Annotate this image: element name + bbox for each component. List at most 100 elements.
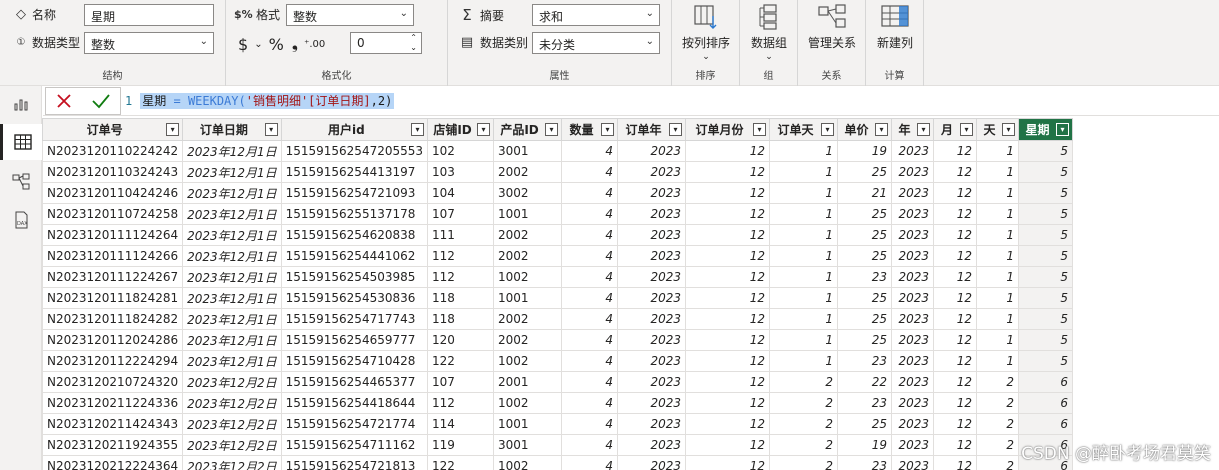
table-cell[interactable]: 25	[837, 308, 893, 330]
table-row[interactable]: N2023120110324243 2023年12月1日 1515915625441…	[42, 161, 1074, 183]
table-cell[interactable]: 12	[685, 245, 771, 267]
table-cell[interactable]: N2023120211924355	[42, 434, 184, 456]
table-cell[interactable]: 1	[976, 266, 1020, 288]
table-cell[interactable]: 2002	[493, 161, 563, 183]
table-cell[interactable]: 12	[685, 203, 771, 225]
table-cell[interactable]: 1	[976, 308, 1020, 330]
table-cell[interactable]: 2023	[891, 350, 935, 372]
table-cell[interactable]: 22	[837, 371, 893, 393]
table-cell[interactable]: 5	[1018, 140, 1074, 162]
table-cell[interactable]: 5	[1018, 329, 1074, 351]
check-icon[interactable]	[91, 92, 111, 110]
filter-dropdown-icon[interactable]: ▾	[477, 123, 491, 136]
table-cell[interactable]: 2023	[891, 371, 935, 393]
table-cell[interactable]: 151591562547205553	[280, 140, 429, 162]
table-cell[interactable]: 122	[427, 350, 495, 372]
table-cell[interactable]: 2	[769, 392, 839, 414]
table-cell[interactable]: 2023	[891, 203, 935, 225]
category-dropdown[interactable]: 未分类 ⌄	[532, 32, 660, 54]
table-cell[interactable]: 15159156254721813	[280, 455, 429, 470]
table-cell[interactable]: 1	[769, 224, 839, 246]
table-cell[interactable]: 15159156254721774	[280, 413, 429, 435]
name-input[interactable]: 星期	[84, 4, 214, 26]
table-cell[interactable]: 25	[837, 203, 893, 225]
table-cell[interactable]: 2023	[891, 329, 935, 351]
filter-dropdown-icon[interactable]: ▾	[166, 123, 180, 136]
table-cell[interactable]: 2023年12月1日	[182, 161, 282, 183]
table-cell[interactable]: 104	[427, 182, 495, 204]
table-cell[interactable]: 12	[933, 371, 978, 393]
table-cell[interactable]: 12	[685, 224, 771, 246]
table-cell[interactable]: 2023	[617, 266, 687, 288]
filter-dropdown-icon[interactable]: ▾	[545, 123, 559, 136]
column-header[interactable]: 产品ID ▾	[493, 118, 563, 141]
table-cell[interactable]: 1	[976, 329, 1020, 351]
formula-editor[interactable]: 1 星期 = WEEKDAY('销售明细'[订单日期],2)	[125, 92, 395, 109]
table-cell[interactable]: 2	[976, 392, 1020, 414]
table-cell[interactable]: 23	[837, 266, 893, 288]
table-cell[interactable]: 1	[769, 140, 839, 162]
table-view-button[interactable]	[0, 124, 42, 160]
filter-dropdown-icon[interactable]: ▾	[821, 123, 835, 136]
table-cell[interactable]: 111	[427, 224, 495, 246]
sort-by-column-button[interactable]: 按列排序 ⌄	[678, 4, 734, 62]
table-cell[interactable]: 2023	[617, 245, 687, 267]
table-cell[interactable]: 12	[933, 308, 978, 330]
table-cell[interactable]: 114	[427, 413, 495, 435]
table-cell[interactable]: 1002	[493, 350, 563, 372]
table-cell[interactable]: N2023120210724320	[42, 371, 184, 393]
table-cell[interactable]: 15159156254710428	[280, 350, 429, 372]
table-cell[interactable]: 1001	[493, 413, 563, 435]
table-cell[interactable]: 3001	[493, 434, 563, 456]
column-header[interactable]: 天 ▾	[976, 118, 1020, 141]
table-cell[interactable]: 25	[837, 287, 893, 309]
table-cell[interactable]: 5	[1018, 203, 1074, 225]
table-cell[interactable]: 4	[561, 266, 619, 288]
new-column-button[interactable]: 新建列	[868, 4, 922, 51]
table-cell[interactable]: 12	[933, 245, 978, 267]
dax-query-view-button[interactable]: DAX	[0, 202, 42, 238]
table-cell[interactable]: 4	[561, 434, 619, 456]
table-cell[interactable]: 12	[933, 203, 978, 225]
format-dropdown[interactable]: 整数 ⌄	[286, 4, 414, 26]
table-cell[interactable]: 12	[933, 140, 978, 162]
table-cell[interactable]: 102	[427, 140, 495, 162]
table-cell[interactable]: 2	[769, 371, 839, 393]
filter-dropdown-icon[interactable]: ▾	[875, 123, 889, 136]
table-cell[interactable]: 1	[769, 182, 839, 204]
table-cell[interactable]: 12	[685, 266, 771, 288]
table-row[interactable]: N2023120110724258 2023年12月1日 1515915625513…	[42, 203, 1074, 225]
table-cell[interactable]: 12	[685, 161, 771, 183]
table-cell[interactable]: 2023年12月2日	[182, 371, 282, 393]
comma-button[interactable]: ❟	[292, 34, 298, 54]
table-cell[interactable]: 23	[837, 455, 893, 470]
table-cell[interactable]: 107	[427, 371, 495, 393]
table-cell[interactable]: 12	[685, 413, 771, 435]
table-cell[interactable]: 15159156254418644	[280, 392, 429, 414]
table-cell[interactable]: 1	[769, 329, 839, 351]
table-cell[interactable]: 12	[933, 266, 978, 288]
table-row[interactable]: N2023120112224294 2023年12月1日 1515915625471…	[42, 350, 1074, 372]
decimal-decrease-icon[interactable]: ⁺.00	[304, 39, 325, 50]
table-cell[interactable]: 15159156254441062	[280, 245, 429, 267]
table-cell[interactable]: 5	[1018, 224, 1074, 246]
currency-button[interactable]: $	[238, 35, 248, 54]
table-cell[interactable]: N2023120110424246	[42, 182, 184, 204]
table-row[interactable]: N2023120112024286 2023年12月1日 1515915625465…	[42, 329, 1074, 351]
table-cell[interactable]: 12	[933, 434, 978, 456]
table-cell[interactable]: 15159156254620838	[280, 224, 429, 246]
table-cell[interactable]: 15159156254530836	[280, 287, 429, 309]
table-cell[interactable]: 2023	[891, 266, 935, 288]
table-cell[interactable]: 2	[976, 413, 1020, 435]
table-cell[interactable]: 107	[427, 203, 495, 225]
table-cell[interactable]: 25	[837, 224, 893, 246]
table-cell[interactable]: 2023年12月2日	[182, 413, 282, 435]
table-cell[interactable]: 1	[769, 266, 839, 288]
table-cell[interactable]: 2	[976, 455, 1020, 470]
table-cell[interactable]: 120	[427, 329, 495, 351]
table-cell[interactable]: 112	[427, 245, 495, 267]
table-cell[interactable]: 2	[769, 455, 839, 470]
table-cell[interactable]: 2023	[617, 287, 687, 309]
table-cell[interactable]: 4	[561, 287, 619, 309]
table-cell[interactable]: 23	[837, 350, 893, 372]
